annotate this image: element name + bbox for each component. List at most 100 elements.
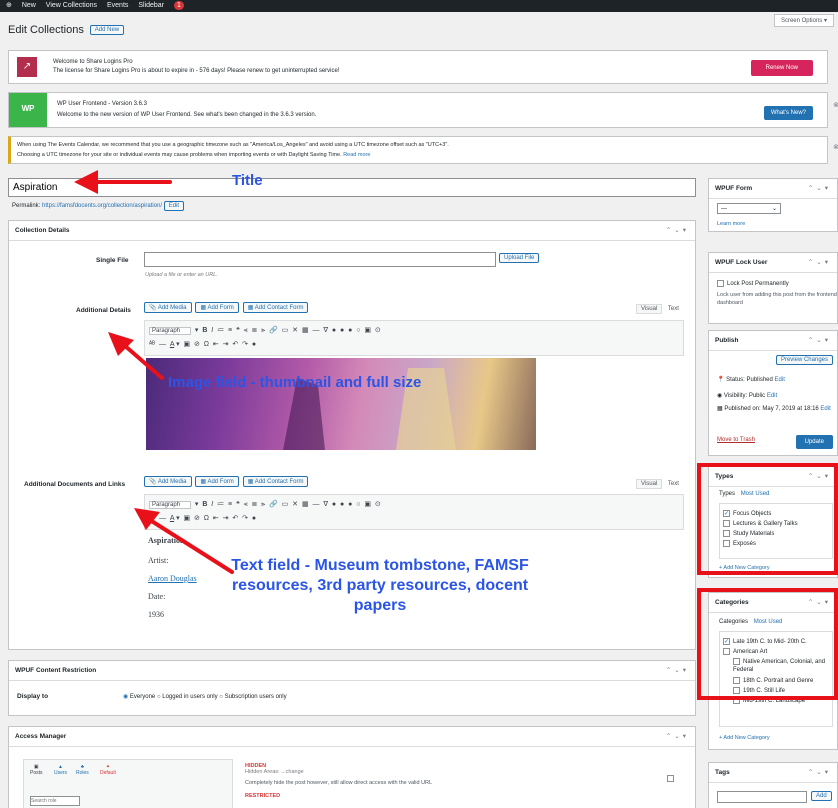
hidden-option: HIDDEN Hidden Areas: ...change Completel…: [245, 763, 432, 799]
status-row: 📍 Status: Published Edit: [717, 377, 785, 383]
share-logins-notice: ↗ Welcome to Share Logins Pro The licens…: [8, 50, 828, 84]
add-new-button[interactable]: Add New: [89, 25, 125, 35]
users-icon[interactable]: ▲ Users: [54, 764, 67, 776]
editor-toolbar-1[interactable]: Paragraph ▾ B I ≔ ≡ ❝ ⫷ ≣ ⫸ 🔗 ▭ ✕ ▦ ― ∇ …: [144, 320, 684, 356]
additional-details-label: Additional Details: [76, 307, 131, 314]
image-field-preview[interactable]: [146, 358, 536, 450]
role-search-input[interactable]: [30, 796, 80, 806]
update-button[interactable]: Update: [795, 435, 833, 449]
content-line-title: Aspiration: [148, 536, 185, 545]
wpuf-form-arrows[interactable]: ⌃⌄▾: [808, 179, 831, 199]
admin-bar: ⊕ New View Collections Events Slidebar 1: [0, 0, 838, 12]
upload-file-button[interactable]: Upload File: [499, 253, 540, 263]
visual-tab-2[interactable]: Visual: [636, 479, 663, 489]
access-tabs: ▣ Posts ▲ Users ♣ Roles ✦ Default: [23, 759, 233, 808]
radio-everyone[interactable]: ◉: [123, 694, 128, 700]
lock-user-arrows[interactable]: ⌃⌄▾: [808, 253, 831, 273]
lock-user-desc: Lock user from adding this post from the…: [717, 292, 837, 306]
visual-tab[interactable]: Visual: [636, 304, 663, 314]
hidden-checkbox[interactable]: [667, 775, 674, 782]
lock-user-title: WPUF Lock User: [715, 259, 768, 266]
whats-new-button[interactable]: What's New?: [763, 106, 813, 120]
eye-icon: ◉: [717, 393, 723, 399]
visibility-edit-link[interactable]: Edit: [767, 393, 777, 399]
lock-post-row: Lock Post Permanently: [717, 280, 789, 287]
admin-bar-events[interactable]: Events: [107, 2, 128, 9]
posts-icon[interactable]: ▣ Posts: [30, 764, 43, 776]
media-buttons-row-2: 📎 Add Media ▦ Add Form ▦ Add Contact For…: [144, 476, 309, 487]
published-row: ▦ Published on: May 7, 2019 at 18:16 Edi…: [717, 406, 831, 412]
add-form-button[interactable]: ▦ Add Form: [195, 302, 239, 313]
add-contact-form-button-2[interactable]: ▦ Add Contact Form: [242, 476, 309, 487]
learn-more-link[interactable]: Learn more: [717, 221, 745, 227]
add-contact-form-button[interactable]: ▦ Add Contact Form: [242, 302, 309, 313]
text-annotation: Text field - Museum tombstone, FAMSF res…: [231, 557, 529, 614]
dismiss-icon[interactable]: ⊗: [833, 101, 838, 109]
permalink-edit-button[interactable]: Edit: [163, 201, 185, 211]
hidden-sub[interactable]: Hidden Areas: ...change: [245, 769, 432, 775]
move-to-trash-link[interactable]: Move to Trash: [717, 437, 755, 443]
add-tag-button[interactable]: Add: [811, 791, 832, 801]
types-highlight: [697, 463, 838, 575]
lock-post-checkbox[interactable]: [717, 280, 724, 287]
page-title: Edit Collections: [8, 24, 84, 36]
status-edit-link[interactable]: Edit: [775, 377, 785, 383]
image-annotation: Image field - thumbnail and full size: [168, 374, 422, 391]
preview-changes-button[interactable]: Preview Changes: [775, 355, 833, 365]
wpuf-logo-icon: ᵂᴾ: [9, 93, 47, 127]
categories-add-new-link[interactable]: + Add New Category: [719, 735, 770, 741]
radio-subscription[interactable]: ○: [219, 694, 223, 700]
tags-arrows[interactable]: ⌃⌄▾: [808, 763, 831, 783]
published-edit-link[interactable]: Edit: [820, 406, 830, 412]
default-icon[interactable]: ✦ Default: [100, 764, 116, 776]
radio-logged-in[interactable]: ○: [157, 694, 161, 700]
access-toggle-arrows[interactable]: ⌃⌄▾: [666, 727, 689, 747]
events-calendar-notice: When using The Events Calendar, we recom…: [8, 136, 838, 164]
add-media-button-2[interactable]: 📎 Add Media: [144, 476, 192, 487]
wpuf-form-select[interactable]: — ⌄: [717, 203, 781, 214]
calendar-icon: ▦: [717, 406, 723, 412]
content-restriction-box: WPUF Content Restriction ⌃⌄▾ Display to ◉…: [8, 660, 696, 716]
admin-bar-view[interactable]: View Collections: [46, 2, 97, 9]
events-dismiss-icon[interactable]: ⊗: [833, 143, 838, 151]
wordpress-icon[interactable]: ⊕: [6, 2, 12, 9]
restriction-toggle-arrows[interactable]: ⌃⌄▾: [666, 661, 689, 681]
page-heading: Edit Collections Add New: [8, 24, 125, 36]
single-file-input[interactable]: [144, 252, 496, 267]
additional-docs-label: Additional Documents and Links: [24, 481, 126, 488]
wpuf-notice: ᵂᴾ WP User Frontend - Version 3.6.3 Welc…: [8, 92, 838, 128]
select-chevron-icon: ⌄: [771, 206, 777, 212]
publish-box: Publish ⌃⌄▾ Preview Changes 📍 Status: Pub…: [708, 330, 838, 456]
admin-bar-new[interactable]: New: [22, 2, 36, 9]
post-title-input[interactable]: [8, 178, 696, 197]
screen-options-button[interactable]: Screen Options ▾: [773, 14, 834, 27]
box-toggle-arrows[interactable]: ⌃⌄▾: [666, 221, 689, 241]
paragraph-select-2[interactable]: Paragraph: [149, 501, 192, 509]
share-logins-icon: ↗: [17, 57, 37, 77]
display-to-label: Display to: [17, 693, 49, 700]
permalink-row: Permalink: https://famsfdocents.org/coll…: [12, 201, 185, 211]
read-more-link[interactable]: Read more: [343, 152, 370, 158]
roles-icon[interactable]: ♣ Roles: [76, 764, 89, 776]
add-form-button-2[interactable]: ▦ Add Form: [195, 476, 239, 487]
wpuf-notice-title: WP User Frontend - Version 3.6.3: [57, 101, 147, 107]
publish-arrows[interactable]: ⌃⌄▾: [808, 331, 831, 351]
text-tab[interactable]: Text: [664, 305, 683, 313]
admin-bar-slidebar[interactable]: Slidebar: [138, 2, 164, 9]
content-restriction-title: WPUF Content Restriction: [15, 667, 97, 674]
add-media-button[interactable]: 📎 Add Media: [144, 302, 192, 313]
tags-title: Tags: [715, 769, 730, 776]
paragraph-select[interactable]: Paragraph: [149, 327, 192, 335]
editor-toolbar-2[interactable]: Paragraph ▾ B I ≔ ≡ ❝ ⫷ ≣ ⫸ 🔗 ▭ ✕ ▦ ― ∇ …: [144, 494, 684, 530]
upload-hint: Upload a file or enter an URL.: [145, 272, 218, 278]
access-manager-title: Access Manager: [15, 733, 67, 740]
renew-now-button[interactable]: Renew Now: [750, 60, 813, 76]
collection-details-title: Collection Details: [15, 227, 70, 234]
tags-input[interactable]: [717, 791, 807, 803]
restricted-label: RESTRICTED: [245, 793, 281, 799]
permalink-link[interactable]: https://famsfdocents.org/collection/aspi…: [42, 203, 162, 209]
share-logins-body: The license for Share Logins Pro is abou…: [53, 68, 340, 74]
display-to-options: ◉ Everyone ○ Logged in users only ○ Subs…: [123, 694, 287, 700]
text-tab-2[interactable]: Text: [664, 480, 683, 488]
hidden-desc: Completely hide the post however, still …: [245, 780, 433, 786]
